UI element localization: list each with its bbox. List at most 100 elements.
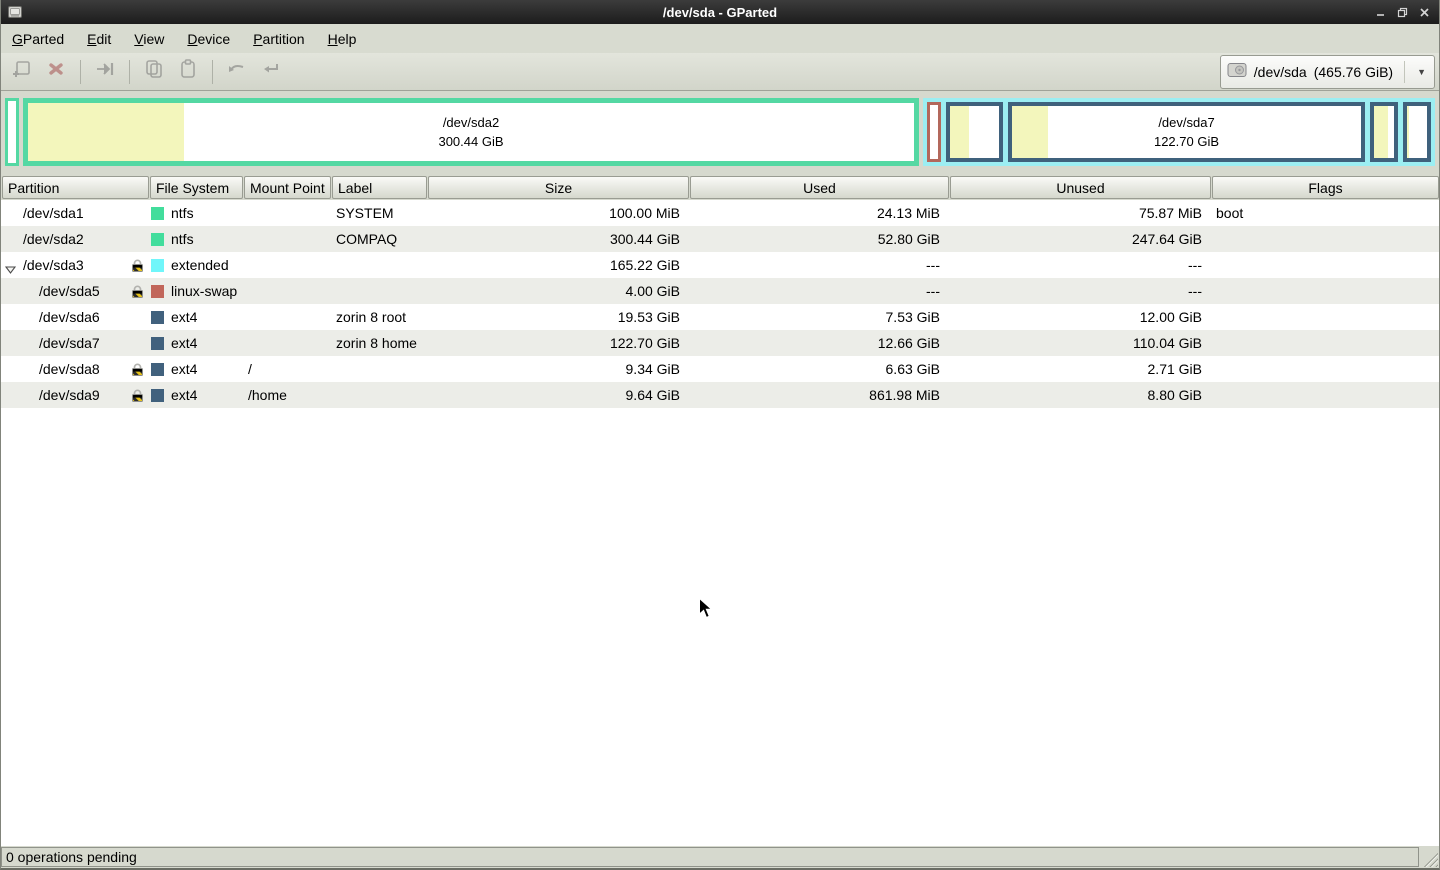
column-header-mountpoint[interactable]: Mount Point <box>244 176 331 199</box>
table-row[interactable]: /dev/sda6ext4zorin 8 root19.53 GiB7.53 G… <box>1 304 1439 330</box>
filesystem-cell: ext4 <box>149 382 243 408</box>
used-cell: --- <box>689 252 949 278</box>
device-selector-size: (465.76 GiB) <box>1314 64 1393 80</box>
visualbar-segment-sda9[interactable] <box>1403 102 1431 162</box>
partition-name: /dev/sda8 <box>39 361 100 377</box>
resize-move-button[interactable] <box>88 57 122 87</box>
pending-operations-status: 0 operations pending <box>1 847 1419 867</box>
partition-name-cell: /dev/sda8 <box>1 356 149 382</box>
close-button[interactable] <box>1417 5 1431 19</box>
visualbar-segment-sda7[interactable]: /dev/sda7122.70 GiB <box>1008 102 1365 162</box>
menu-help[interactable]: Help <box>327 29 358 49</box>
table-row[interactable]: /dev/sda5linux-swap4.00 GiB------ <box>1 278 1439 304</box>
column-header-label[interactable]: Label <box>332 176 427 199</box>
expander-icon[interactable] <box>5 261 16 277</box>
visualbar-segment-sda8[interactable] <box>1370 102 1398 162</box>
size-cell: 122.70 GiB <box>427 330 689 356</box>
partition-name: /dev/sda1 <box>23 205 84 221</box>
device-selector[interactable]: /dev/sda (465.76 GiB) ▼ <box>1220 55 1435 89</box>
mount-point-cell <box>243 304 331 330</box>
delete-partition-button[interactable] <box>39 57 73 87</box>
table-row[interactable]: /dev/sda8ext4/9.34 GiB6.63 GiB2.71 GiB <box>1 356 1439 382</box>
menu-partition[interactable]: Partition <box>252 29 305 49</box>
table-row[interactable]: /dev/sda1ntfsSYSTEM100.00 MiB24.13 MiB75… <box>1 200 1439 226</box>
used-space-fill <box>1374 106 1388 158</box>
partition-name: /dev/sda5 <box>39 283 100 299</box>
lock-icon <box>130 362 145 377</box>
column-header-used[interactable]: Used <box>690 176 949 199</box>
title-bar[interactable]: /dev/sda - GParted <box>1 0 1439 24</box>
mount-point-cell: /home <box>243 382 331 408</box>
column-header-unused[interactable]: Unused <box>950 176 1211 199</box>
combo-separator <box>1404 61 1405 83</box>
filesystem-name: ext4 <box>171 387 197 403</box>
column-header-filesystem[interactable]: File System <box>150 176 243 199</box>
filesystem-color-swatch <box>151 363 164 376</box>
paste-button[interactable] <box>171 57 205 87</box>
label-cell <box>331 278 427 304</box>
menu-device[interactable]: Device <box>186 29 231 49</box>
flags-cell <box>1211 356 1439 382</box>
new-partition-button[interactable] <box>5 57 39 87</box>
partition-name-cell: /dev/sda6 <box>1 304 149 330</box>
visualbar-segment-sda1[interactable] <box>5 98 19 166</box>
filesystem-name: ext4 <box>171 335 197 351</box>
partition-name-cell: /dev/sda2 <box>1 226 149 252</box>
label-cell: SYSTEM <box>331 200 427 226</box>
undo-icon <box>225 57 249 86</box>
size-cell: 100.00 MiB <box>427 200 689 226</box>
unused-cell: --- <box>949 252 1211 278</box>
minimize-button[interactable] <box>1373 5 1387 19</box>
filesystem-name: linux-swap <box>171 283 237 299</box>
column-header-flags[interactable]: Flags <box>1212 176 1439 199</box>
filesystem-color-swatch <box>151 337 164 350</box>
visualbar-segment-sda6[interactable] <box>946 102 1003 162</box>
visualbar-segment-sda3-extended[interactable]: /dev/sda7122.70 GiB <box>923 98 1435 166</box>
table-row[interactable]: /dev/sda3extended165.22 GiB------ <box>1 252 1439 278</box>
gparted-window: /dev/sda - GParted GParted Edit View <box>0 0 1440 870</box>
unused-cell: 2.71 GiB <box>949 356 1211 382</box>
undo-button[interactable] <box>220 57 254 87</box>
filesystem-color-swatch <box>151 285 164 298</box>
hard-disk-icon <box>1227 62 1247 81</box>
menu-view[interactable]: View <box>133 29 165 49</box>
label-cell <box>331 356 427 382</box>
size-cell: 4.00 GiB <box>427 278 689 304</box>
restore-button[interactable] <box>1395 5 1409 19</box>
column-header-partition[interactable]: Partition <box>2 176 149 199</box>
size-cell: 19.53 GiB <box>427 304 689 330</box>
menu-gparted[interactable]: GParted <box>11 29 65 49</box>
device-selector-device: /dev/sda <box>1254 64 1307 80</box>
unused-cell: 110.04 GiB <box>949 330 1211 356</box>
menu-edit[interactable]: Edit <box>86 29 112 49</box>
table-row[interactable]: /dev/sda7ext4zorin 8 home122.70 GiB12.66… <box>1 330 1439 356</box>
label-cell: COMPAQ <box>331 226 427 252</box>
resize-grip[interactable] <box>1421 850 1438 867</box>
visual-section: /dev/sda2300.44 GiB/dev/sda7122.70 GiB <box>1 91 1439 175</box>
menu-bar: GParted Edit View Device Partition Help <box>1 24 1439 53</box>
mount-point-cell <box>243 278 331 304</box>
table-row[interactable]: /dev/sda9ext4/home9.64 GiB861.98 MiB8.80… <box>1 382 1439 408</box>
window-title: /dev/sda - GParted <box>1 5 1439 20</box>
copy-button[interactable] <box>137 57 171 87</box>
used-cell: 24.13 MiB <box>689 200 949 226</box>
partition-name: /dev/sda6 <box>39 309 100 325</box>
size-cell: 9.34 GiB <box>427 356 689 382</box>
flags-cell <box>1211 252 1439 278</box>
delete-icon <box>44 57 68 86</box>
partition-name-cell: /dev/sda7 <box>1 330 149 356</box>
size-cell: 300.44 GiB <box>427 226 689 252</box>
partition-table-body: /dev/sda1 ntfs SYSTEM100.00 MiB24.13 MiB75… <box>1 200 1439 408</box>
visualbar-segment-sda5[interactable] <box>927 102 941 162</box>
table-row[interactable]: /dev/sda2ntfsCOMPAQ300.44 GiB52.80 GiB24… <box>1 226 1439 252</box>
unused-cell: 75.87 MiB <box>949 200 1211 226</box>
apply-button[interactable] <box>254 57 288 87</box>
filesystem-cell: ntfs <box>149 226 243 252</box>
column-header-size[interactable]: Size <box>428 176 689 199</box>
visualbar-segment-sda2[interactable]: /dev/sda2300.44 GiB <box>23 98 919 166</box>
filesystem-color-swatch <box>151 207 164 220</box>
partition-name: /dev/sda7 <box>39 335 100 351</box>
lock-icon <box>130 284 145 299</box>
used-cell: 6.63 GiB <box>689 356 949 382</box>
partition-name-cell: /dev/sda9 <box>1 382 149 408</box>
